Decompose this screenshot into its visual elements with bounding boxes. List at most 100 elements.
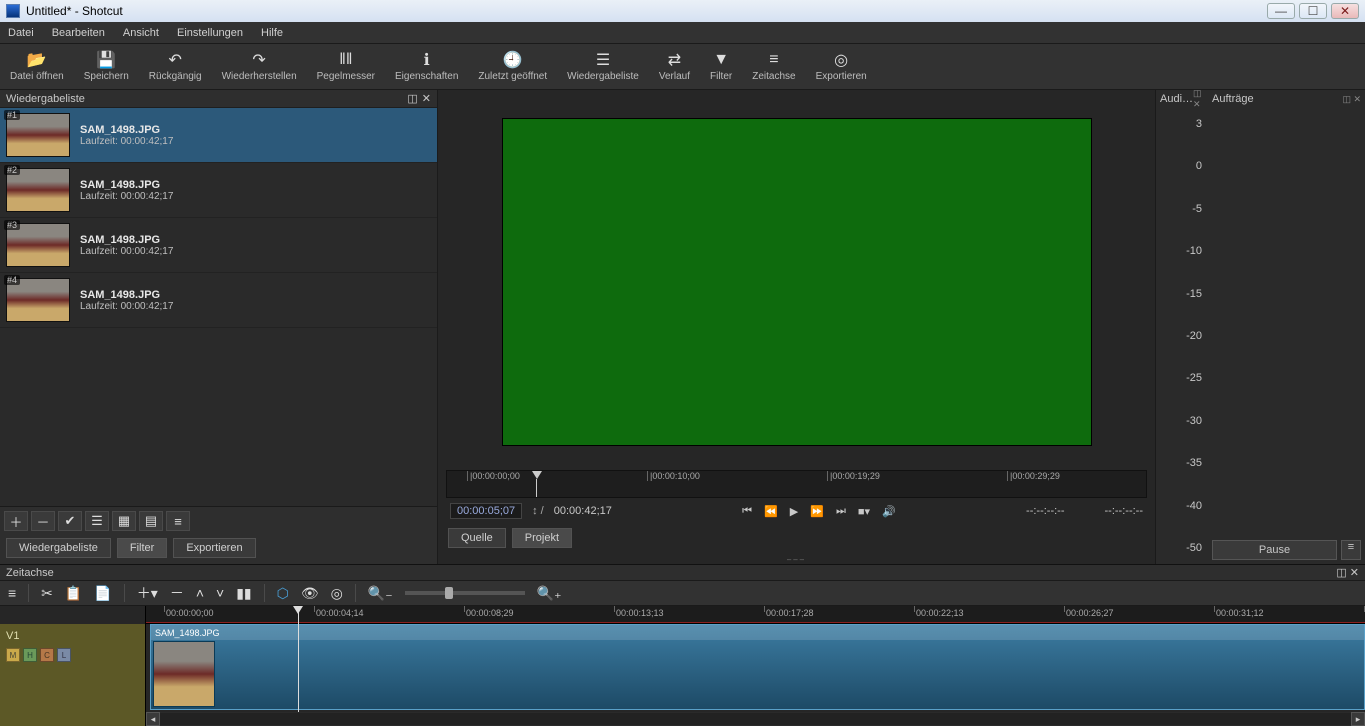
rewind-button[interactable]: ⏪ — [764, 505, 778, 518]
stop-button[interactable]: ■▾ — [858, 505, 870, 518]
snap-icon[interactable]: ⬡ — [277, 585, 289, 602]
track-tag-h[interactable]: H — [23, 648, 37, 662]
ripple-icon[interactable]: ◎ — [331, 585, 343, 602]
append-icon[interactable]: ＋▾ — [137, 583, 158, 603]
timeline-panel-head: Zeitachse ◫ ✕ — [0, 564, 1365, 580]
jobs-list — [1208, 108, 1365, 536]
volume-button[interactable]: 🔊 — [882, 505, 896, 518]
playlist-item[interactable]: #3SAM_1498.JPGLaufzeit: 00:00:42;17 — [0, 218, 437, 273]
toolbar-prop[interactable]: ℹEigenschaften — [395, 51, 458, 82]
fastfwd-button[interactable]: ⏩ — [810, 505, 824, 518]
list-view-button[interactable]: ☰ — [85, 511, 109, 531]
zoom-slider[interactable] — [405, 591, 525, 595]
preview-monitor[interactable] — [502, 118, 1092, 446]
track-tag-m[interactable]: M — [6, 648, 20, 662]
menu-icon[interactable]: ≡ — [8, 585, 16, 601]
playlist-item[interactable]: #1SAM_1498.JPGLaufzeit: 00:00:42;17 — [0, 108, 437, 163]
toolbar-recent[interactable]: 🕘Zuletzt geöffnet — [478, 51, 547, 82]
skip-start-button[interactable]: ⏮ — [742, 505, 752, 518]
jobs-menu-button[interactable]: ≡ — [1341, 540, 1361, 560]
tab-project[interactable]: Projekt — [512, 528, 572, 548]
overwrite-icon[interactable]: ˅ — [216, 585, 224, 601]
ruler-tick: 00:00:26;27 — [1066, 608, 1114, 618]
scrub-icon[interactable]: 👁 — [301, 585, 319, 602]
timeline-ruler[interactable]: 00:00:00;0000:00:04;1400:00:08;2900:00:1… — [146, 606, 1365, 624]
main-toolbar: 📂Datei öffnen 💾Speichern ↶Rückgängig ↷Wiede… — [0, 44, 1365, 90]
detail-view-button[interactable]: ▤ — [139, 511, 163, 531]
meter-level: -35 — [1162, 457, 1202, 469]
menu-settings[interactable]: Einstellungen — [177, 27, 243, 39]
detach-icon[interactable]: ◫ ✕ — [1342, 94, 1361, 105]
remove-button[interactable]: － — [31, 511, 55, 531]
playlist-item[interactable]: #2SAM_1498.JPGLaufzeit: 00:00:42;17 — [0, 163, 437, 218]
copy-icon[interactable]: 📋 — [65, 585, 82, 602]
toolbar-label: Speichern — [84, 71, 129, 82]
close-button[interactable]: ✕ — [1331, 3, 1359, 19]
playlist-list[interactable]: #1SAM_1498.JPGLaufzeit: 00:00:42;17#2SAM… — [0, 108, 437, 506]
track-tag-l[interactable]: L — [57, 648, 71, 662]
maximize-button[interactable]: ☐ — [1299, 3, 1327, 19]
playhead-icon[interactable] — [532, 471, 542, 479]
timeline-scrollbar[interactable]: ◂ ▸ — [146, 712, 1365, 726]
toolbar-export[interactable]: ◎Exportieren — [816, 51, 867, 82]
toolbar-history[interactable]: ⇄Verlauf — [659, 51, 690, 82]
toolbar-label: Zuletzt geöffnet — [478, 71, 547, 82]
lift-icon[interactable]: ˄ — [196, 585, 204, 601]
scroll-right-icon[interactable]: ▸ — [1351, 712, 1365, 726]
detach-icon[interactable]: ◫ — [1336, 567, 1346, 579]
meter-level: -10 — [1162, 245, 1202, 257]
toolbar-open[interactable]: 📂Datei öffnen — [10, 51, 64, 82]
add-button[interactable]: ＋ — [4, 511, 28, 531]
skip-end-button[interactable]: ⏭ — [836, 505, 846, 518]
check-button[interactable]: ✔ — [58, 511, 82, 531]
track-tag-c[interactable]: C — [40, 648, 54, 662]
toolbar-redo[interactable]: ↷Wiederherstellen — [222, 51, 297, 82]
ruler-tick: 00:00:17;28 — [766, 608, 814, 618]
menu-button[interactable]: ≡ — [166, 511, 190, 531]
remove-icon[interactable]: － — [170, 583, 184, 603]
detach-icon[interactable]: ◫ — [407, 92, 417, 105]
close-panel-icon[interactable]: ✕ — [422, 92, 431, 105]
tab-export[interactable]: Exportieren — [173, 538, 255, 558]
timeline-clip[interactable]: SAM_1498.JPG — [150, 624, 1365, 710]
tab-playlist[interactable]: Wiedergabeliste — [6, 538, 111, 558]
menu-edit[interactable]: Bearbeiten — [52, 27, 105, 39]
pause-button[interactable]: Pause — [1212, 540, 1337, 560]
toolbar-peak[interactable]: ‖‖ Pegelmesser — [317, 51, 375, 82]
timeline-playhead[interactable] — [298, 606, 299, 726]
menu-bar: Datei Bearbeiten Ansicht Einstellungen H… — [0, 22, 1365, 44]
preview-scrubber[interactable]: |00:00:00;00|00:00:10;00|00:00:19;29|00:… — [446, 470, 1147, 498]
menu-file[interactable]: Datei — [8, 27, 34, 39]
scroll-left-icon[interactable]: ◂ — [146, 712, 160, 726]
playlist-item[interactable]: #4SAM_1498.JPGLaufzeit: 00:00:42;17 — [0, 273, 437, 328]
close-panel-icon[interactable]: ✕ — [1350, 567, 1359, 579]
track-header[interactable]: V1 MHCL — [0, 624, 145, 726]
menu-view[interactable]: Ansicht — [123, 27, 159, 39]
toolbar-playlist[interactable]: ☰Wiedergabeliste — [567, 51, 639, 82]
grid-view-button[interactable]: ▦ — [112, 511, 136, 531]
detach-icon[interactable]: ◫ ✕ — [1193, 88, 1204, 110]
meter-level: -30 — [1162, 415, 1202, 427]
zoom-in-icon[interactable]: 🔍₊ — [537, 585, 562, 602]
panel-resize-handle[interactable]: ┉┉┉ — [438, 556, 1155, 564]
scrubber-tick: |00:00:10;00 — [647, 471, 700, 481]
tab-source[interactable]: Quelle — [448, 528, 506, 548]
toolbar-label: Wiederherstellen — [222, 71, 297, 82]
play-button[interactable]: ▶ — [790, 505, 798, 518]
toolbar-label: Pegelmesser — [317, 71, 375, 82]
minimize-button[interactable]: — — [1267, 3, 1295, 19]
toolbar-save[interactable]: 💾Speichern — [84, 51, 129, 82]
toolbar-filter[interactable]: ▼Filter — [710, 51, 732, 82]
zoom-out-icon[interactable]: 🔍₋ — [368, 585, 393, 602]
toolbar-undo[interactable]: ↶Rückgängig — [149, 51, 202, 82]
meter-level: -25 — [1162, 372, 1202, 384]
playlist-item-runtime: Laufzeit: 00:00:42;17 — [80, 136, 173, 147]
tab-filter[interactable]: Filter — [117, 538, 167, 558]
paste-icon[interactable]: 📄 — [94, 585, 111, 602]
toolbar-timeline[interactable]: ≡Zeitachse — [752, 51, 795, 82]
cut-icon[interactable]: ✂ — [41, 585, 53, 602]
menu-help[interactable]: Hilfe — [261, 27, 283, 39]
peak-icon: ‖‖ — [337, 51, 355, 69]
current-time[interactable]: 00:00:05;07 — [450, 503, 522, 519]
insert-icon[interactable]: ▮▮ — [236, 585, 251, 602]
